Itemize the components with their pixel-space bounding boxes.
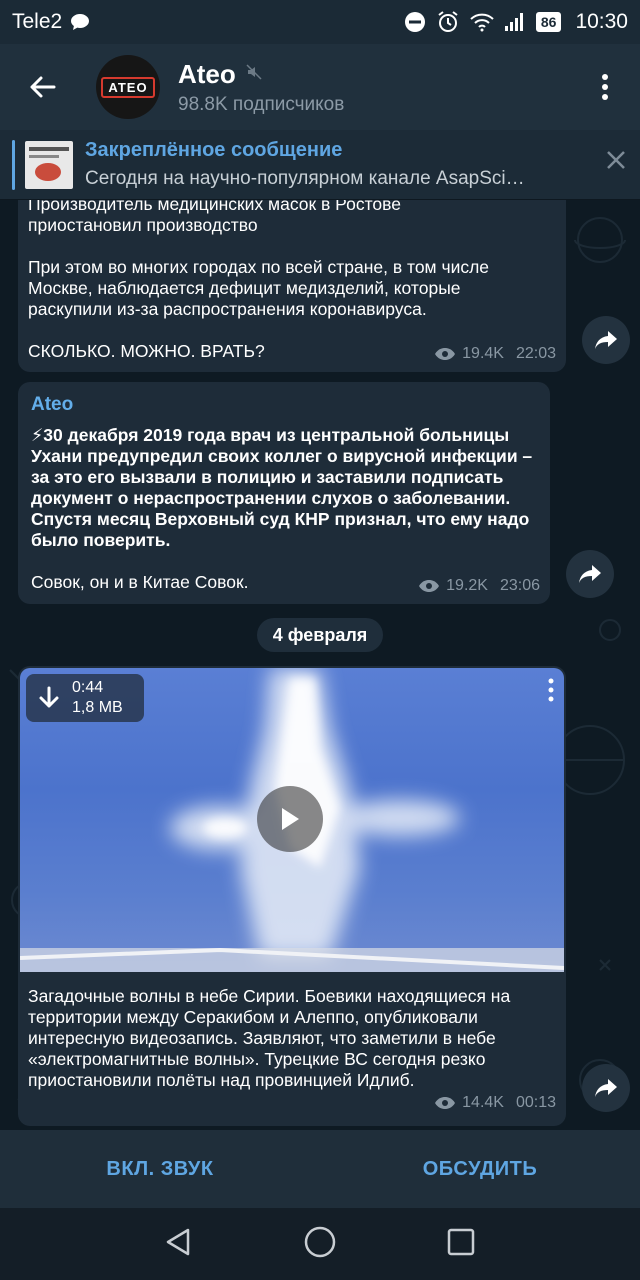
- video-player[interactable]: 0:44 1,8 MB: [20, 668, 564, 972]
- chat-bubble-icon: [70, 13, 90, 31]
- more-options-button[interactable]: [570, 44, 640, 130]
- subscriber-count: 98.8K подписчиков: [178, 93, 345, 115]
- video-options-button[interactable]: [548, 678, 554, 707]
- status-bar: Tele2 86 10:30: [0, 0, 640, 44]
- view-count: 14.4K: [462, 1094, 504, 1111]
- message-text-bold: ⚡30 декабря 2019 года врач из центрально…: [31, 425, 533, 550]
- video-size: 1,8 MB: [72, 699, 123, 716]
- message-time: 23:06: [499, 577, 540, 594]
- message-meta: 14.4K 00:13: [434, 1094, 556, 1112]
- date-separator: 4 февраля: [257, 618, 383, 652]
- message-text: Производитель медицинских масок в Ростов…: [28, 200, 401, 235]
- more-vertical-icon: [602, 74, 608, 100]
- share-arrow-icon: [595, 331, 617, 349]
- channel-info[interactable]: Ateo 98.8K подписчиков: [178, 59, 344, 116]
- forward-button[interactable]: [582, 1064, 630, 1112]
- carrier-name: Tele2: [12, 10, 63, 33]
- message-meta: 19.2K 23:06: [418, 575, 540, 596]
- eye-icon: [419, 579, 440, 592]
- message-text: Загадочные волны в небе Сирии. Боевики н…: [28, 986, 511, 1090]
- message-list[interactable]: Производитель медицинских масок в Ростов…: [0, 200, 640, 1130]
- message-meta: 19.4K 22:03: [434, 343, 556, 364]
- view-count: 19.4K: [462, 345, 504, 362]
- play-button[interactable]: [257, 786, 323, 852]
- nav-home-button[interactable]: [303, 1225, 337, 1264]
- system-nav-bar: [0, 1208, 640, 1280]
- download-badge[interactable]: 0:44 1,8 MB: [26, 674, 144, 722]
- pinned-message[interactable]: Закреплённое сообщение Сегодня на научно…: [0, 130, 640, 200]
- message-time: 00:13: [515, 1094, 556, 1111]
- square-recents-icon: [447, 1228, 474, 1255]
- download-icon: [26, 674, 72, 722]
- eye-icon: [435, 1097, 456, 1109]
- message-text: При этом во многих городах по всей стран…: [28, 257, 490, 319]
- circle-home-icon: [304, 1226, 336, 1257]
- discuss-button[interactable]: ОБСУДИТЬ: [320, 1130, 640, 1208]
- nav-back-button[interactable]: [164, 1227, 194, 1262]
- alarm-icon: [436, 10, 460, 34]
- message-time: 22:03: [515, 345, 556, 362]
- pinned-thumbnail: [25, 140, 73, 189]
- arrow-left-icon: [30, 76, 56, 98]
- nav-recents-button[interactable]: [446, 1227, 476, 1262]
- more-vertical-icon: [548, 678, 554, 702]
- muted-icon: [246, 63, 262, 85]
- pinned-accent-bar: [12, 139, 15, 190]
- channel-header: ATEO Ateo 98.8K подписчиков: [0, 44, 640, 130]
- share-arrow-icon: [595, 1079, 617, 1097]
- triangle-back-icon: [167, 1228, 190, 1255]
- message-bubble[interactable]: Производитель медицинских масок в Ростов…: [18, 200, 566, 372]
- pinned-preview: Сегодня на научно-популярном канале Asap…: [85, 168, 525, 189]
- message-bubble[interactable]: Ateo ⚡30 декабря 2019 года врач из центр…: [18, 382, 550, 604]
- battery-indicator: 86: [535, 12, 562, 32]
- back-button[interactable]: [0, 44, 84, 130]
- share-arrow-icon: [579, 565, 601, 583]
- close-pinned-button[interactable]: [606, 150, 626, 175]
- video-duration: 0:44: [72, 679, 104, 696]
- signal-icon: [504, 12, 526, 32]
- do-not-disturb-icon: [404, 11, 426, 33]
- message-author: Ateo: [31, 394, 74, 415]
- forward-button[interactable]: [566, 550, 614, 598]
- clock: 10:30: [575, 10, 628, 33]
- pinned-title: Закреплённое сообщение: [85, 139, 343, 161]
- eye-icon: [435, 347, 456, 360]
- wifi-icon: [470, 12, 494, 32]
- channel-title: Ateo: [178, 58, 236, 89]
- play-icon: [282, 808, 299, 830]
- carrier-group: Tele2: [12, 10, 90, 34]
- channel-action-bar: ВКЛ. ЗВУК ОБСУДИТЬ: [0, 1130, 640, 1208]
- avatar-logo: ATEO: [101, 76, 155, 98]
- channel-avatar[interactable]: ATEO: [96, 55, 160, 119]
- unmute-button[interactable]: ВКЛ. ЗВУК: [0, 1130, 320, 1208]
- forward-button[interactable]: [582, 316, 630, 364]
- view-count: 19.2K: [446, 577, 488, 594]
- close-icon: [607, 151, 625, 169]
- status-icons: 86 10:30: [404, 10, 628, 34]
